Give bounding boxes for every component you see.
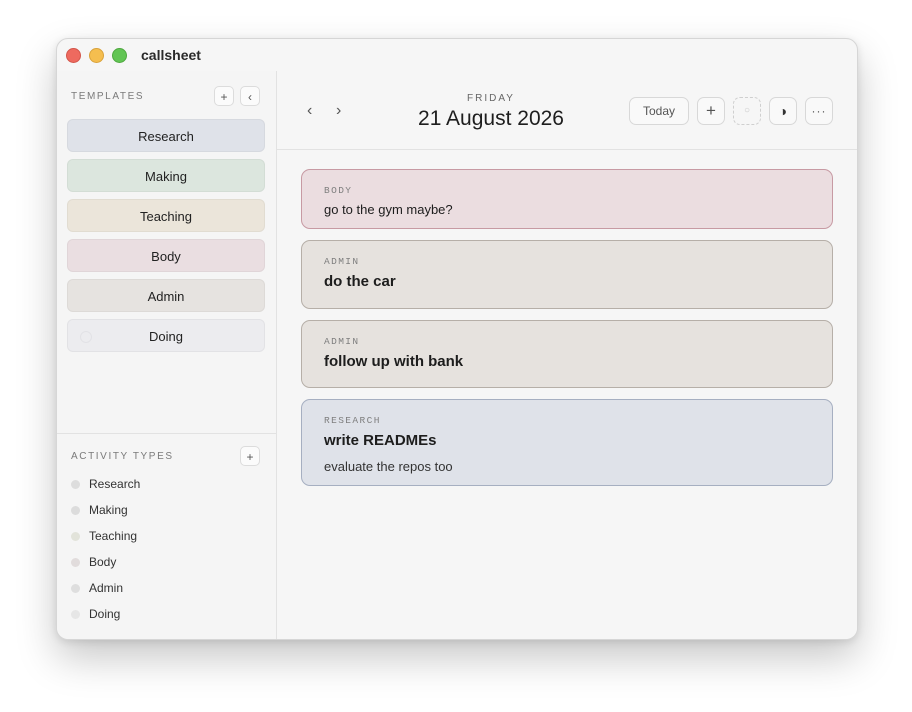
activity-item-teaching[interactable]: Teaching [71,529,137,543]
main-panel: ‹ › FRIDAY 21 August 2026 Today + ○ ◑ ··… [277,71,857,639]
activity-item-making[interactable]: Making [71,503,128,517]
contrast-toggle-icon[interactable]: ◑ [769,97,797,125]
app-title: callsheet [141,47,201,63]
more-options-icon[interactable]: ··· [805,97,833,125]
entry-title: write READMEs [324,432,437,449]
entry-card[interactable]: BODY go to the gym maybe? [301,169,833,229]
app-window: callsheet TEMPLATES + ‹ Research Making … [56,38,858,640]
template-label: Admin [147,289,185,304]
template-teaching[interactable]: Teaching [67,199,265,232]
activity-label: Research [89,477,141,491]
add-entry-button[interactable]: + [697,97,725,125]
entry-category: RESEARCH [324,415,381,426]
template-label: Teaching [139,209,193,224]
template-body[interactable]: Body [67,239,265,272]
template-label: Doing [149,329,183,344]
activity-types-heading: ACTIVITY TYPES [71,451,174,462]
today-button[interactable]: Today [629,97,689,125]
template-label: Body [151,249,181,264]
templates-heading: TEMPLATES [71,91,145,102]
activity-label: Teaching [89,529,138,543]
entry-note: evaluate the repos too [324,459,453,474]
entry-title: go to the gym maybe? [324,202,453,217]
activity-color-dot-icon [71,584,80,593]
activity-color-dot-icon [71,506,80,515]
add-template-button[interactable]: + [214,86,234,106]
collapse-sidebar-button[interactable]: ‹ [240,86,260,106]
activity-color-dot-icon [71,558,80,567]
add-activity-type-button[interactable]: + [240,446,260,466]
template-admin[interactable]: Admin [67,279,265,312]
activity-color-dot-icon [71,532,80,541]
doing-indicator-icon [80,331,92,343]
day-header: ‹ › FRIDAY 21 August 2026 Today + ○ ◑ ··… [277,71,857,150]
activity-label: Body [89,555,117,569]
entry-title: follow up with bank [324,353,464,370]
activity-label: Admin [89,581,124,595]
zoom-window-button[interactable] [112,48,127,63]
entry-card[interactable]: ADMIN do the car [301,240,833,309]
activity-label: Doing [89,607,121,621]
activity-item-doing[interactable]: Doing [71,607,120,621]
activity-item-research[interactable]: Research [71,477,140,491]
minimize-window-button[interactable] [89,48,104,63]
template-research[interactable]: Research [67,119,265,152]
activity-item-admin[interactable]: Admin [71,581,123,595]
entry-category: BODY [324,185,353,196]
entry-card[interactable]: ADMIN follow up with bank [301,320,833,388]
template-label: Making [145,169,187,184]
sidebar-divider [57,433,276,434]
empty-slot-button[interactable]: ○ [733,97,761,125]
close-window-button[interactable] [66,48,81,63]
entry-category: ADMIN [324,336,360,347]
template-label: Research [138,129,194,144]
entry-category: ADMIN [324,256,360,267]
template-making[interactable]: Making [67,159,265,192]
activity-color-dot-icon [71,480,80,489]
entry-title: do the car [324,273,396,290]
template-doing[interactable]: Doing [67,319,265,352]
entry-card[interactable]: RESEARCH write READMEs evaluate the repo… [301,399,833,486]
titlebar: callsheet [57,39,857,71]
activity-color-dot-icon [71,610,80,619]
activity-item-body[interactable]: Body [71,555,116,569]
activity-label: Making [89,503,128,517]
sidebar: TEMPLATES + ‹ Research Making Teaching B… [57,71,277,639]
